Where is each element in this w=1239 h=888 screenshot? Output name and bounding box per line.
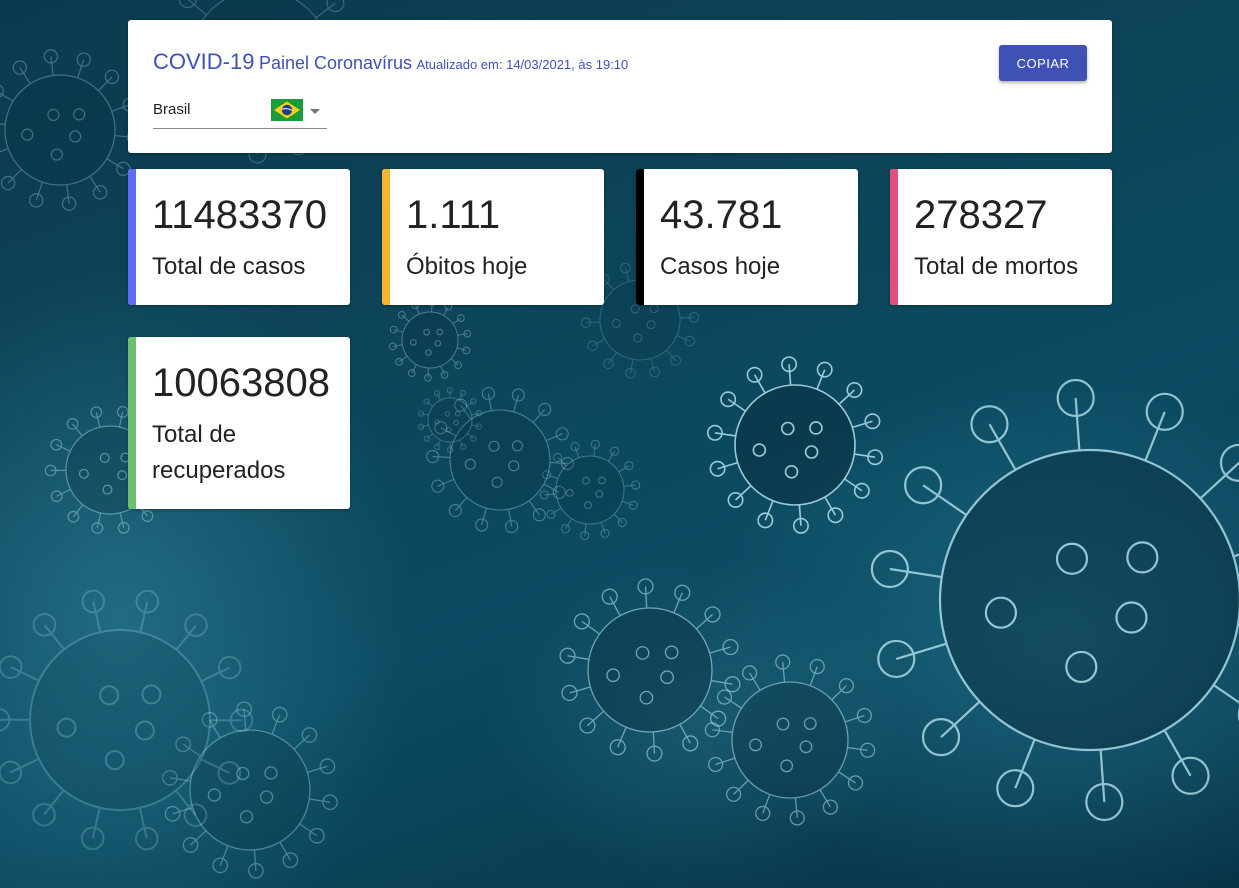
title-sub: Painel Coronavírus: [258, 53, 413, 73]
card-accent-bar: [890, 169, 898, 305]
updated-timestamp: Atualizado em: 14/03/2021, às 19:10: [416, 57, 629, 72]
country-select[interactable]: Brasil: [153, 96, 327, 129]
country-selected-value: Brasil: [153, 101, 191, 118]
stat-value: 278327: [914, 193, 1048, 237]
stat-label: Total de recuperados: [152, 421, 286, 484]
card-accent-bar: [128, 169, 136, 305]
brazil-flag-icon: [271, 99, 303, 121]
header-card: COVID-19 Painel Coronavírus Atualizado e…: [128, 20, 1112, 153]
stat-card-total-deaths: 278327 Total de mortos: [890, 169, 1112, 305]
copy-button[interactable]: COPIAR: [999, 45, 1087, 81]
stat-label: Total de casos: [152, 253, 306, 280]
stat-card-total-cases: 11483370 Total de casos: [128, 169, 350, 305]
card-accent-bar: [128, 337, 136, 509]
card-accent-bar: [636, 169, 644, 305]
stat-card-total-recovered: 10063808 Total de recuperados: [128, 337, 350, 509]
stat-value: 43.781: [660, 193, 783, 237]
stat-label: Casos hoje: [660, 253, 781, 280]
page-title: COVID-19 Painel Coronavírus Atualizado e…: [153, 49, 628, 75]
stat-card-cases-today: 43.781 Casos hoje: [636, 169, 858, 305]
stat-label: Óbitos hoje: [406, 253, 528, 280]
title-main: COVID-19: [153, 49, 255, 74]
card-accent-bar: [382, 169, 390, 305]
stat-card-deaths-today: 1.111 Óbitos hoje: [382, 169, 604, 305]
stat-value: 11483370: [152, 193, 327, 237]
stat-label: Total de mortos: [914, 253, 1079, 280]
stat-value: 10063808: [152, 361, 330, 405]
stat-value: 1.111: [406, 193, 501, 237]
chevron-down-icon: [310, 109, 320, 114]
